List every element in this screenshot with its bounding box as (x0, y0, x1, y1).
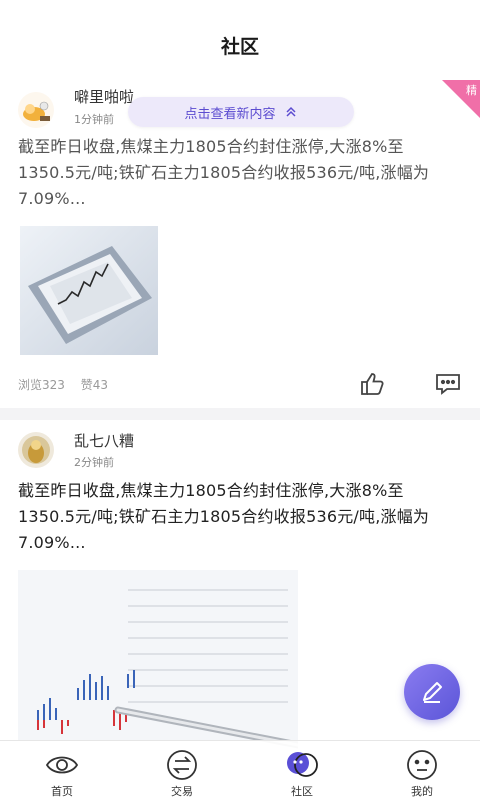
new-content-button[interactable]: 点击查看新内容 (128, 97, 354, 127)
app-root: 社区 精 噼里啪啦 1分钟前 截至昨日收盘,焦煤主力1805合约封住涨停,大涨8… (0, 0, 480, 800)
post-card[interactable]: 精 噼里啪啦 1分钟前 截至昨日收盘,焦煤主力1805合约封住涨停,大涨8%至1… (0, 80, 480, 408)
page-title: 社区 (220, 36, 259, 58)
header: 社区 (0, 0, 480, 80)
elite-badge: 精 (442, 80, 480, 118)
tab-label: 我的 (411, 785, 433, 798)
eye-icon (45, 756, 79, 774)
comment-icon[interactable] (434, 370, 462, 398)
tab-label: 首页 (51, 785, 73, 798)
tab-community[interactable]: 社区 (262, 741, 342, 800)
avatar[interactable] (18, 432, 54, 468)
like-icon[interactable] (358, 370, 386, 398)
post-time: 2分钟前 (74, 456, 114, 469)
post-image[interactable] (20, 226, 158, 355)
like-count: 赞43 (80, 378, 109, 392)
post-text[interactable]: 截至昨日收盘,焦煤主力1805合约封住涨停,大涨8%至1350.5元/吨;铁矿石… (18, 134, 458, 212)
view-count: 浏览323 (18, 378, 65, 392)
new-content-label: 点击查看新内容 (184, 106, 276, 122)
chevron-up-icon (285, 106, 296, 117)
exchange-icon (167, 750, 197, 780)
compose-button[interactable] (404, 664, 460, 720)
avatar[interactable] (18, 92, 54, 128)
post-username[interactable]: 噼里啪啦 (74, 86, 134, 107)
tab-trade[interactable]: 交易 (142, 741, 222, 800)
post-text[interactable]: 截至昨日收盘,焦煤主力1805合约封住涨停,大涨8%至1350.5元/吨;铁矿石… (18, 478, 458, 556)
community-icon (287, 752, 318, 777)
tab-label: 交易 (171, 785, 193, 798)
tab-label: 社区 (291, 785, 313, 798)
pencil-icon (423, 682, 442, 703)
bottom-tab-bar: 首页 交易 社区 我的 (0, 740, 480, 800)
tab-home[interactable]: 首页 (22, 741, 102, 800)
post-time: 1分钟前 (74, 113, 114, 126)
tab-profile[interactable]: 我的 (382, 741, 462, 800)
post-stats: 浏览323 赞43 (18, 376, 120, 393)
elite-badge-label: 精 (466, 84, 477, 97)
face-icon (407, 750, 437, 780)
post-username[interactable]: 乱七八糟 (74, 430, 134, 451)
